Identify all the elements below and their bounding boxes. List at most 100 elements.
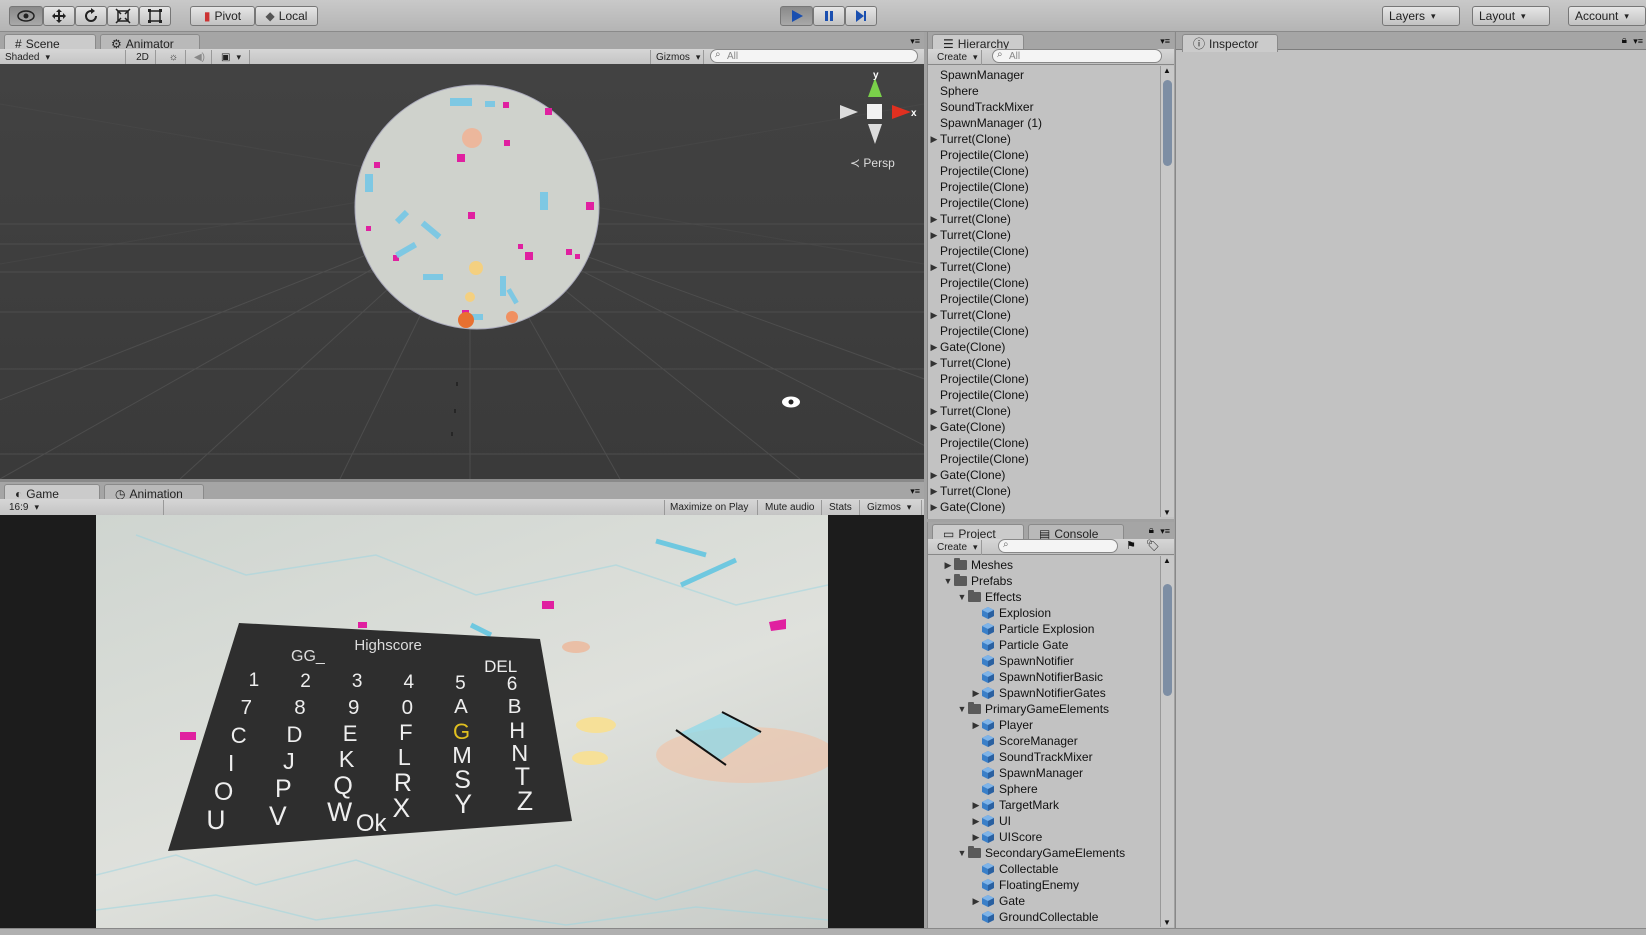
hierarchy-search-input[interactable]: All (992, 49, 1162, 63)
hierarchy-scrollbar[interactable]: ▲ ▼ (1160, 66, 1174, 517)
hierarchy-item[interactable]: Projectile(Clone) (928, 179, 1029, 195)
persp-label[interactable]: ≺ Persp (850, 156, 895, 170)
expand-arrow-icon[interactable]: ▶ (970, 688, 982, 699)
project-folder[interactable]: ▼ Prefabs (942, 573, 1012, 589)
project-prefab[interactable]: ▶ SpawnNotifierGates (970, 685, 1106, 701)
aspect-dropdown[interactable]: 16:9 (4, 500, 164, 515)
hierarchy-create-dropdown[interactable]: Create (932, 50, 982, 65)
rect-tool-button[interactable] (139, 6, 171, 26)
project-folder[interactable]: ▶ Meshes (942, 557, 1013, 573)
effects-dropdown[interactable]: ▣ (216, 50, 250, 65)
key-6[interactable]: 6 (492, 675, 532, 694)
hierarchy-item[interactable]: Projectile(Clone) (928, 163, 1029, 179)
expand-arrow-icon[interactable]: ▶ (970, 816, 982, 827)
key-m[interactable]: M (442, 744, 482, 768)
expand-arrow-icon[interactable]: ▶ (928, 502, 940, 513)
key-k[interactable]: K (327, 748, 367, 772)
scene-search-input[interactable]: All (710, 49, 918, 63)
project-prefab[interactable]: GroundCollectable (970, 909, 1098, 925)
project-prefab[interactable]: ▶ TargetMark (970, 797, 1060, 813)
key-0[interactable]: 0 (387, 697, 427, 719)
hierarchy-item[interactable]: ▶ Turret(Clone) (928, 131, 1011, 147)
expand-arrow-icon[interactable]: ▶ (970, 832, 982, 843)
key-q[interactable]: Q (323, 773, 363, 799)
hierarchy-item[interactable]: Projectile(Clone) (928, 435, 1029, 451)
key-ok[interactable]: Ok (351, 811, 391, 836)
maximize-on-play-toggle[interactable]: Maximize on Play (664, 500, 758, 515)
game-panel-menu-icon[interactable]: ▾≡ (910, 486, 920, 497)
collapse-arrow-icon[interactable]: ▼ (956, 704, 968, 714)
hierarchy-item[interactable]: Sphere (928, 83, 979, 99)
hierarchy-item[interactable]: Projectile(Clone) (928, 147, 1029, 163)
key-d[interactable]: D (274, 724, 314, 746)
scroll-up-icon[interactable]: ▲ (1163, 556, 1171, 565)
key-9[interactable]: 9 (334, 697, 374, 719)
play-button[interactable] (780, 6, 813, 26)
filter-by-label-icon[interactable]: 🏷︎ (1146, 539, 1160, 552)
hierarchy-item[interactable]: Projectile(Clone) (928, 323, 1029, 339)
project-prefab[interactable]: SpawnNotifier (970, 653, 1074, 669)
step-button[interactable] (845, 6, 877, 26)
scale-tool-button[interactable] (107, 6, 139, 26)
project-search-input[interactable] (998, 539, 1118, 553)
rotate-tool-button[interactable] (75, 6, 107, 26)
project-prefab[interactable]: SoundTrackMixer (970, 749, 1093, 765)
expand-arrow-icon[interactable]: ▶ (942, 560, 954, 571)
project-create-dropdown[interactable]: Create (932, 540, 982, 555)
hierarchy-item[interactable]: Projectile(Clone) (928, 195, 1029, 211)
key-j[interactable]: J (269, 750, 309, 774)
hierarchy-item[interactable]: SoundTrackMixer (928, 99, 1034, 115)
stats-toggle[interactable]: Stats (824, 500, 860, 515)
project-folder[interactable]: ▼ PrimaryGameElements (956, 701, 1109, 717)
collapse-arrow-icon[interactable]: ▼ (956, 592, 968, 602)
key-b[interactable]: B (495, 697, 535, 718)
orientation-gizmo[interactable] (840, 78, 911, 144)
key-p[interactable]: P (263, 776, 303, 802)
key-i[interactable]: I (211, 752, 251, 776)
expand-arrow-icon[interactable]: ▶ (928, 470, 940, 481)
key-c[interactable]: C (219, 725, 259, 747)
hierarchy-item[interactable]: Projectile(Clone) (928, 387, 1029, 403)
project-prefab[interactable]: ▶ UIScore (970, 829, 1043, 845)
scroll-up-icon[interactable]: ▲ (1163, 66, 1171, 75)
hierarchy-item[interactable]: ▶ Turret(Clone) (928, 307, 1011, 323)
hierarchy-item[interactable]: ▶ Turret(Clone) (928, 211, 1011, 227)
expand-arrow-icon[interactable]: ▶ (970, 800, 982, 811)
expand-arrow-icon[interactable]: ▶ (970, 720, 982, 731)
key-f[interactable]: F (386, 721, 426, 744)
shading-mode-dropdown[interactable]: Shaded (0, 50, 126, 65)
hierarchy-menu-icon[interactable]: ▾≡ (1160, 36, 1170, 47)
expand-arrow-icon[interactable]: ▶ (928, 422, 940, 433)
collapse-arrow-icon[interactable]: ▼ (956, 848, 968, 858)
hierarchy-item[interactable]: SpawnManager (928, 67, 1024, 83)
collapse-arrow-icon[interactable]: ▼ (942, 576, 954, 586)
hierarchy-item[interactable]: ▶ Gate(Clone) (928, 339, 1006, 355)
move-tool-button[interactable] (43, 6, 75, 26)
expand-arrow-icon[interactable]: ▶ (970, 896, 982, 907)
game-gizmos-dropdown[interactable]: Gizmos (862, 500, 922, 515)
project-prefab[interactable]: SpawnNotifierBasic (970, 669, 1103, 685)
key-a[interactable]: A (441, 697, 481, 718)
lighting-toggle[interactable]: ☼ (162, 50, 186, 65)
project-prefab[interactable]: Explosion (970, 605, 1051, 621)
expand-arrow-icon[interactable]: ▶ (928, 134, 940, 145)
key-g[interactable]: G (442, 720, 482, 743)
project-prefab[interactable]: SpawnManager (970, 765, 1083, 781)
inspector-lock-icon[interactable]: 🔒︎ (1622, 35, 1627, 46)
lock-icon[interactable]: 🔒︎ (1149, 525, 1154, 536)
view-tool-button[interactable] (9, 6, 43, 26)
scroll-down-icon[interactable]: ▼ (1163, 508, 1171, 517)
project-folder[interactable]: ▼ SecondaryGameElements (956, 845, 1125, 861)
project-menu-icon[interactable]: ▾≡ (1160, 526, 1170, 537)
key-2[interactable]: 2 (286, 672, 326, 691)
hierarchy-item[interactable]: Projectile(Clone) (928, 291, 1029, 307)
hierarchy-item[interactable]: ▶ Turret(Clone) (928, 259, 1011, 275)
expand-arrow-icon[interactable]: ▶ (928, 406, 940, 417)
local-toggle[interactable]: ◆ Local (255, 6, 318, 26)
hierarchy-item[interactable]: ▶ Turret(Clone) (928, 403, 1011, 419)
key-7[interactable]: 7 (226, 698, 266, 719)
hierarchy-item[interactable]: Projectile(Clone) (928, 451, 1029, 467)
key-y[interactable]: Y (443, 791, 483, 818)
layout-dropdown[interactable]: Layout (1472, 6, 1550, 26)
key-3[interactable]: 3 (337, 672, 377, 691)
